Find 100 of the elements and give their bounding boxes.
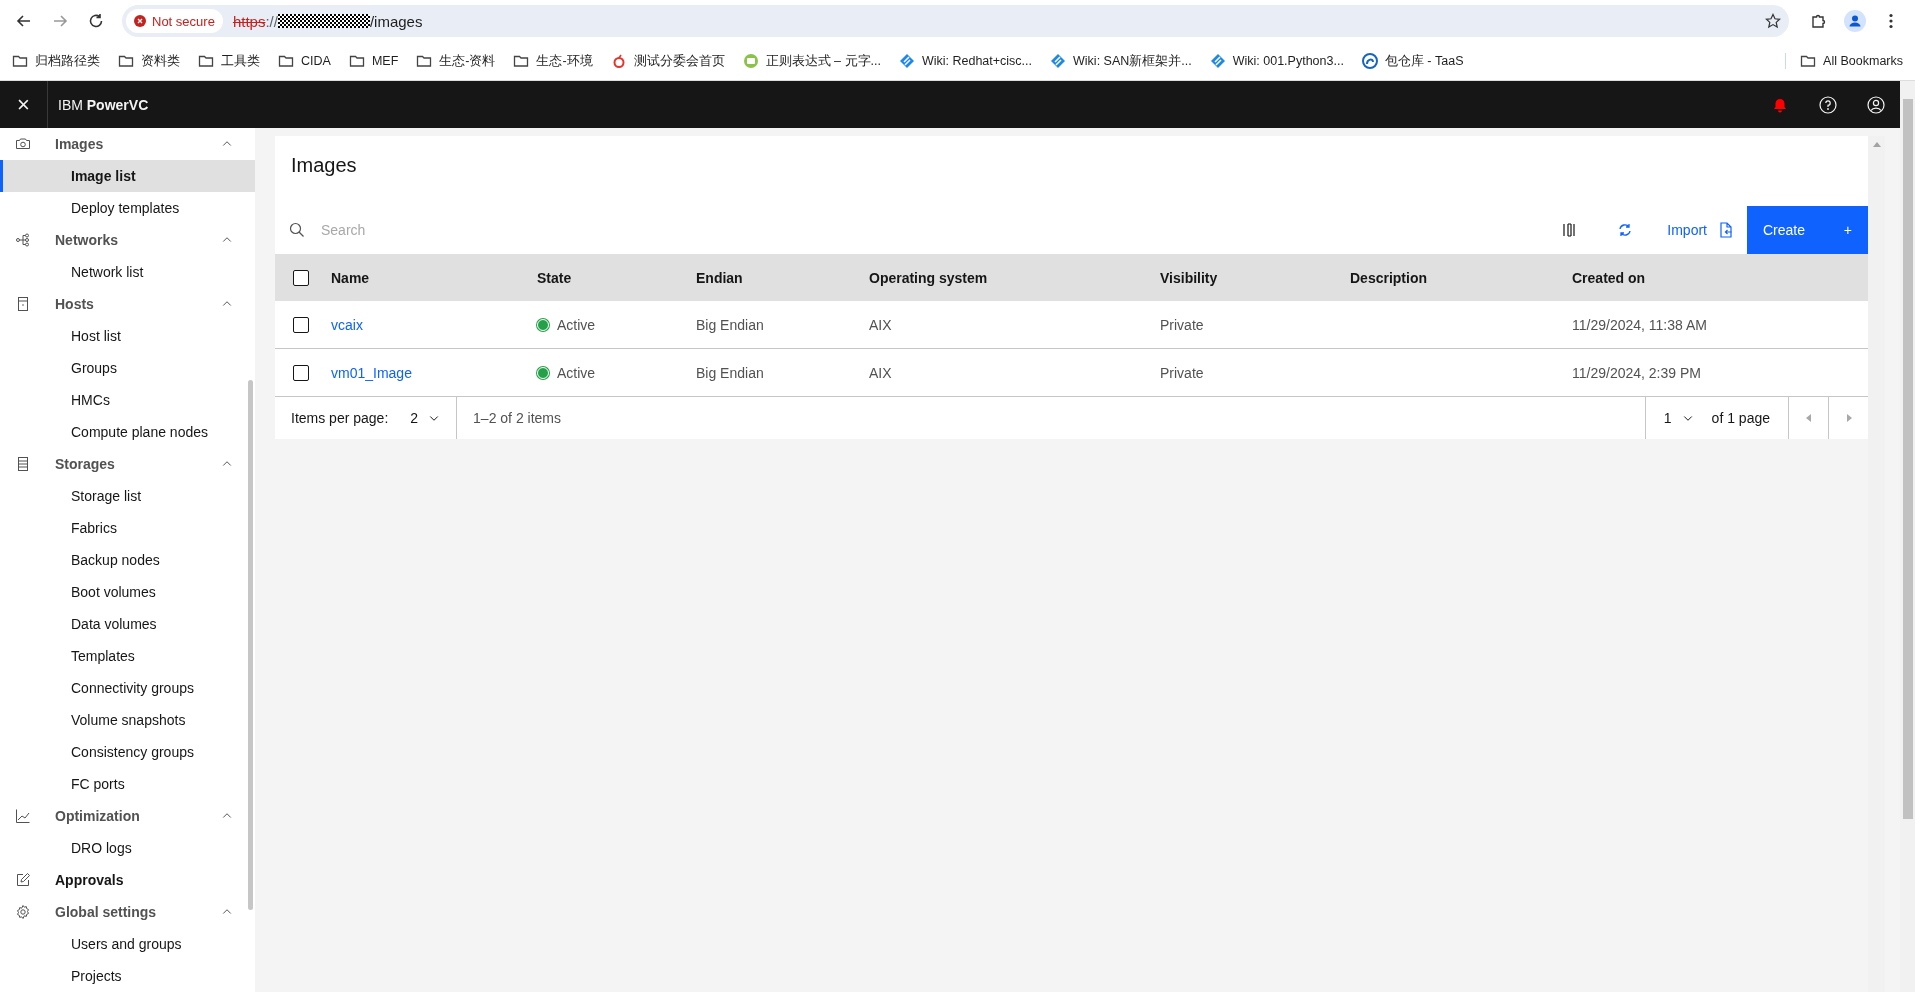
- folder-icon: [198, 53, 214, 69]
- row-checkbox[interactable]: [293, 364, 309, 381]
- item-range: 1–2 of 2 items: [472, 410, 561, 426]
- nav-item[interactable]: Consistency groups: [0, 736, 255, 768]
- nav-section[interactable]: Networks: [55, 232, 221, 248]
- bookmark[interactable]: 生态-资料: [414, 52, 498, 70]
- bookmark[interactable]: 归档路径类: [10, 52, 102, 70]
- all-bookmarks[interactable]: All Bookmarks: [1785, 53, 1905, 69]
- table-cell: Active: [557, 316, 596, 333]
- bookmark[interactable]: 生态-环境: [511, 52, 595, 70]
- folder-icon: [513, 53, 530, 69]
- menu-icon: [1889, 13, 1893, 29]
- page-title: Images: [290, 153, 358, 178]
- table-cell-text: AIX: [869, 364, 893, 381]
- nav-item[interactable]: Storage list: [0, 480, 255, 512]
- help-icon[interactable]: [1819, 95, 1837, 114]
- server-icon: [15, 296, 31, 312]
- bookmark[interactable]: 资料类: [116, 52, 182, 70]
- caret-left-icon: [1805, 414, 1812, 422]
- column-header: Name: [331, 269, 371, 286]
- diamond-icon: [1050, 53, 1067, 69]
- bookmark[interactable]: 正则表达式 – 元字...: [740, 52, 883, 70]
- nav-item[interactable]: Volume snapshots: [0, 704, 255, 736]
- nav-item[interactable]: Network list: [0, 256, 255, 288]
- bookmark[interactable]: MEF: [346, 53, 401, 69]
- table-cell-text: Private: [1160, 316, 1205, 333]
- create-button[interactable]: Create +: [1747, 206, 1868, 254]
- search-field[interactable]: Search: [319, 221, 1542, 239]
- bookmark[interactable]: CIDA: [276, 53, 333, 69]
- nav-item[interactable]: Connectivity groups: [0, 672, 255, 704]
- nav-item[interactable]: DRO logs: [0, 832, 255, 864]
- avatar-icon: [1844, 10, 1866, 32]
- table-cell-text: AIX: [869, 316, 893, 333]
- image-name-link[interactable]: vm01_Image: [331, 364, 412, 381]
- nav-section[interactable]: Global settings: [55, 904, 221, 920]
- nav-item[interactable]: Compute plane nodes: [0, 416, 255, 448]
- items-per-page-label: Items per page:: [290, 410, 389, 426]
- bookmark[interactable]: 包仓库 - TaaS: [1359, 52, 1466, 70]
- table-cell-text: Private: [1160, 364, 1205, 381]
- apple-icon: [610, 53, 627, 69]
- nav-section[interactable]: Optimization: [55, 808, 221, 824]
- security-chip[interactable]: Not secure: [126, 9, 223, 33]
- nav-item[interactable]: Backup nodes: [0, 544, 255, 576]
- column-header: Description: [1350, 269, 1428, 286]
- select-all-checkbox[interactable]: [293, 269, 309, 286]
- url-separator: ://: [265, 12, 278, 30]
- nav-section[interactable]: Hosts: [55, 296, 221, 312]
- page-scrollbar[interactable]: [1900, 81, 1915, 992]
- page-size-select[interactable]: 2: [388, 397, 458, 439]
- table-cell-text: Big Endian: [696, 364, 765, 381]
- edit-icon: [15, 872, 31, 888]
- nav-item[interactable]: Users and groups: [0, 928, 255, 960]
- folder-icon: [416, 53, 433, 69]
- camera-icon: [15, 136, 31, 152]
- caret-right-icon: [1845, 414, 1852, 422]
- nav-section[interactable]: Images: [55, 136, 221, 152]
- bookmark[interactable]: Wiki: 001.Python3...: [1207, 53, 1346, 69]
- row-checkbox[interactable]: [293, 316, 309, 333]
- address-bar[interactable]: Not secure https:// /images: [122, 5, 1789, 37]
- search-icon: [289, 222, 305, 238]
- folder-icon: [12, 53, 28, 69]
- bookmark[interactable]: Wiki: SAN新框架并...: [1048, 52, 1194, 70]
- star-icon[interactable]: [1765, 13, 1781, 29]
- user-icon[interactable]: [1867, 95, 1885, 114]
- nav-item[interactable]: HMCs: [0, 384, 255, 416]
- url-scheme: https: [232, 12, 266, 30]
- nav-item[interactable]: Image list: [0, 160, 255, 192]
- import-button[interactable]: Import: [1653, 206, 1747, 254]
- table-cell: Active: [557, 364, 596, 381]
- nav-item[interactable]: Fabrics: [0, 512, 255, 544]
- page-select[interactable]: 1: [1644, 397, 1712, 439]
- image-name-link[interactable]: vcaix: [331, 316, 363, 333]
- storage-icon: [15, 456, 31, 472]
- nav-item[interactable]: Deploy templates: [0, 192, 255, 224]
- diamond-icon: [1209, 53, 1226, 69]
- column-header: Visibility: [1160, 269, 1219, 286]
- scrollbar-thumb[interactable]: [248, 380, 253, 910]
- network-icon: [15, 232, 31, 248]
- nav-item[interactable]: Templates: [0, 640, 255, 672]
- import-icon: [1719, 222, 1733, 238]
- nav-item[interactable]: Data volumes: [0, 608, 255, 640]
- app-title: IBM PowerVC: [58, 96, 149, 113]
- nav-item[interactable]: FC ports: [0, 768, 255, 800]
- nav-item[interactable]: Groups: [0, 352, 255, 384]
- nav-item[interactable]: Projects: [0, 960, 255, 992]
- nav-section[interactable]: Approvals: [55, 872, 233, 888]
- column-header: Created on: [1572, 269, 1647, 286]
- bookmark[interactable]: 工具类: [196, 52, 262, 70]
- diamond-icon: [898, 53, 915, 69]
- column-header: State: [537, 269, 573, 286]
- swirl-icon: [1361, 53, 1378, 69]
- folder-icon: [348, 53, 365, 69]
- nav-item[interactable]: Boot volumes: [0, 576, 255, 608]
- back-icon: [16, 13, 32, 29]
- nav-item[interactable]: Host list: [0, 320, 255, 352]
- bookmark[interactable]: 测试分委会首页: [608, 52, 727, 70]
- chat-icon: [742, 53, 759, 69]
- column-header: Operating system: [869, 269, 989, 286]
- bookmark[interactable]: Wiki: Redhat+cisc...: [896, 53, 1035, 69]
- nav-section[interactable]: Storages: [55, 456, 221, 472]
